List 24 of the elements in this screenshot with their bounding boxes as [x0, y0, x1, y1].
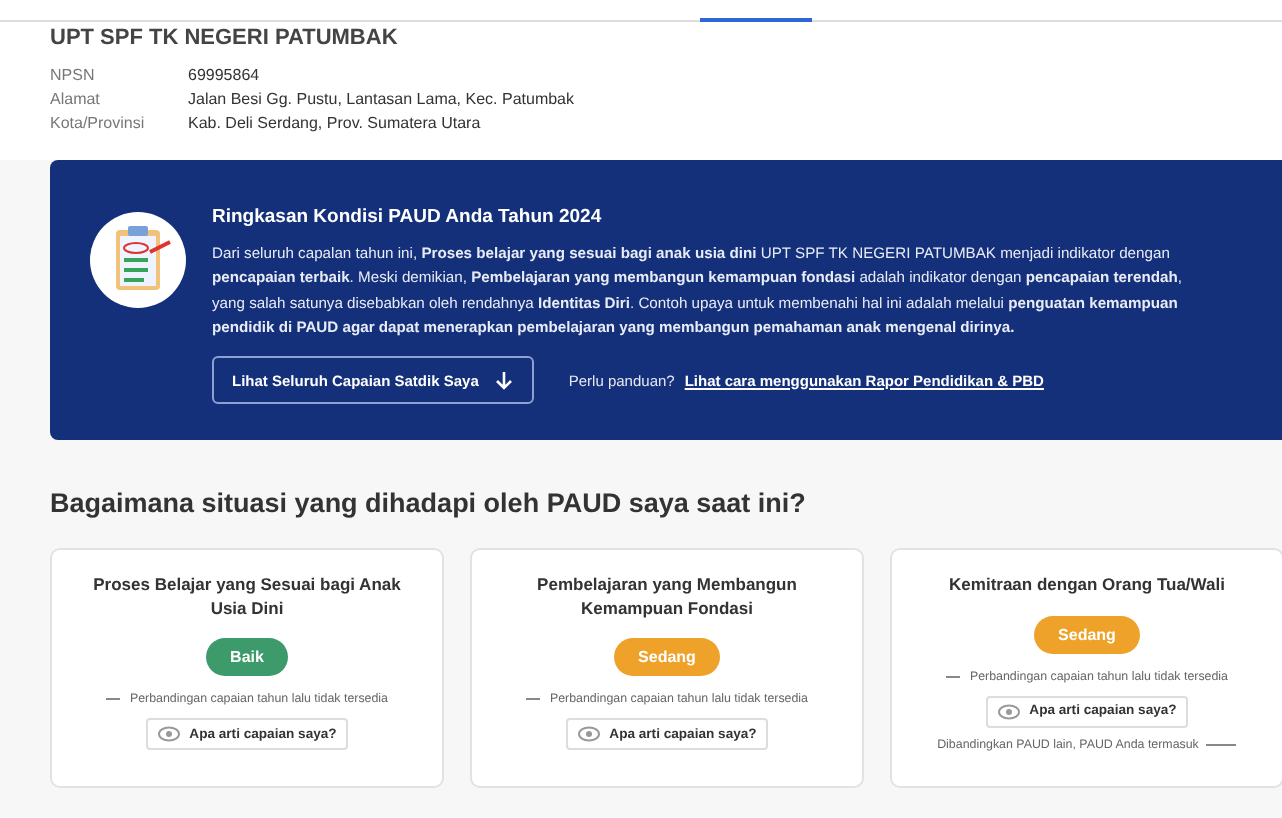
field-value: 69995864 — [188, 66, 262, 84]
field-label: Alamat — [50, 90, 102, 108]
field-label: NPSN — [50, 66, 97, 84]
status-badge: Baik — [206, 638, 288, 677]
dash-icon — [525, 698, 540, 701]
eye-icon — [997, 703, 1020, 720]
field-label: Kota/Provinsi — [50, 114, 147, 132]
summary-title: Ringkasan Kondisi PAUD Anda Tahun 2024 — [212, 206, 604, 228]
eye-icon — [577, 726, 600, 743]
tab-indicator — [700, 18, 812, 22]
dash-icon — [945, 675, 960, 678]
clipboard-icon — [90, 212, 186, 308]
dash-icon — [105, 698, 120, 701]
school-name: UPT SPF TK NEGERI PATUMBAK — [50, 26, 400, 50]
eye-icon — [157, 726, 180, 743]
down-arrow-icon — [494, 370, 515, 391]
section-title: Bagaimana situasi yang dihadapi oleh PAUD saya saat ini? — [50, 488, 808, 519]
card-title: Pembelajaran yang Membangun Kemampuan Fondasi — [535, 574, 799, 621]
card-title: Kemitraan dengan Orang Tua/Wali — [949, 574, 1225, 598]
field-value: Kab. Deli Serdang, Prov. Sumatera Utara — [188, 114, 483, 132]
field-value: Jalan Besi Gg. Pustu, Lantasan Lama, Kec. Patumbak — [188, 90, 576, 108]
card-title: Proses Belajar yang Sesuai bagi Anak Usia Dini — [91, 574, 403, 621]
status-badge: Sedang — [614, 638, 720, 677]
status-badge: Sedang — [1034, 615, 1140, 654]
